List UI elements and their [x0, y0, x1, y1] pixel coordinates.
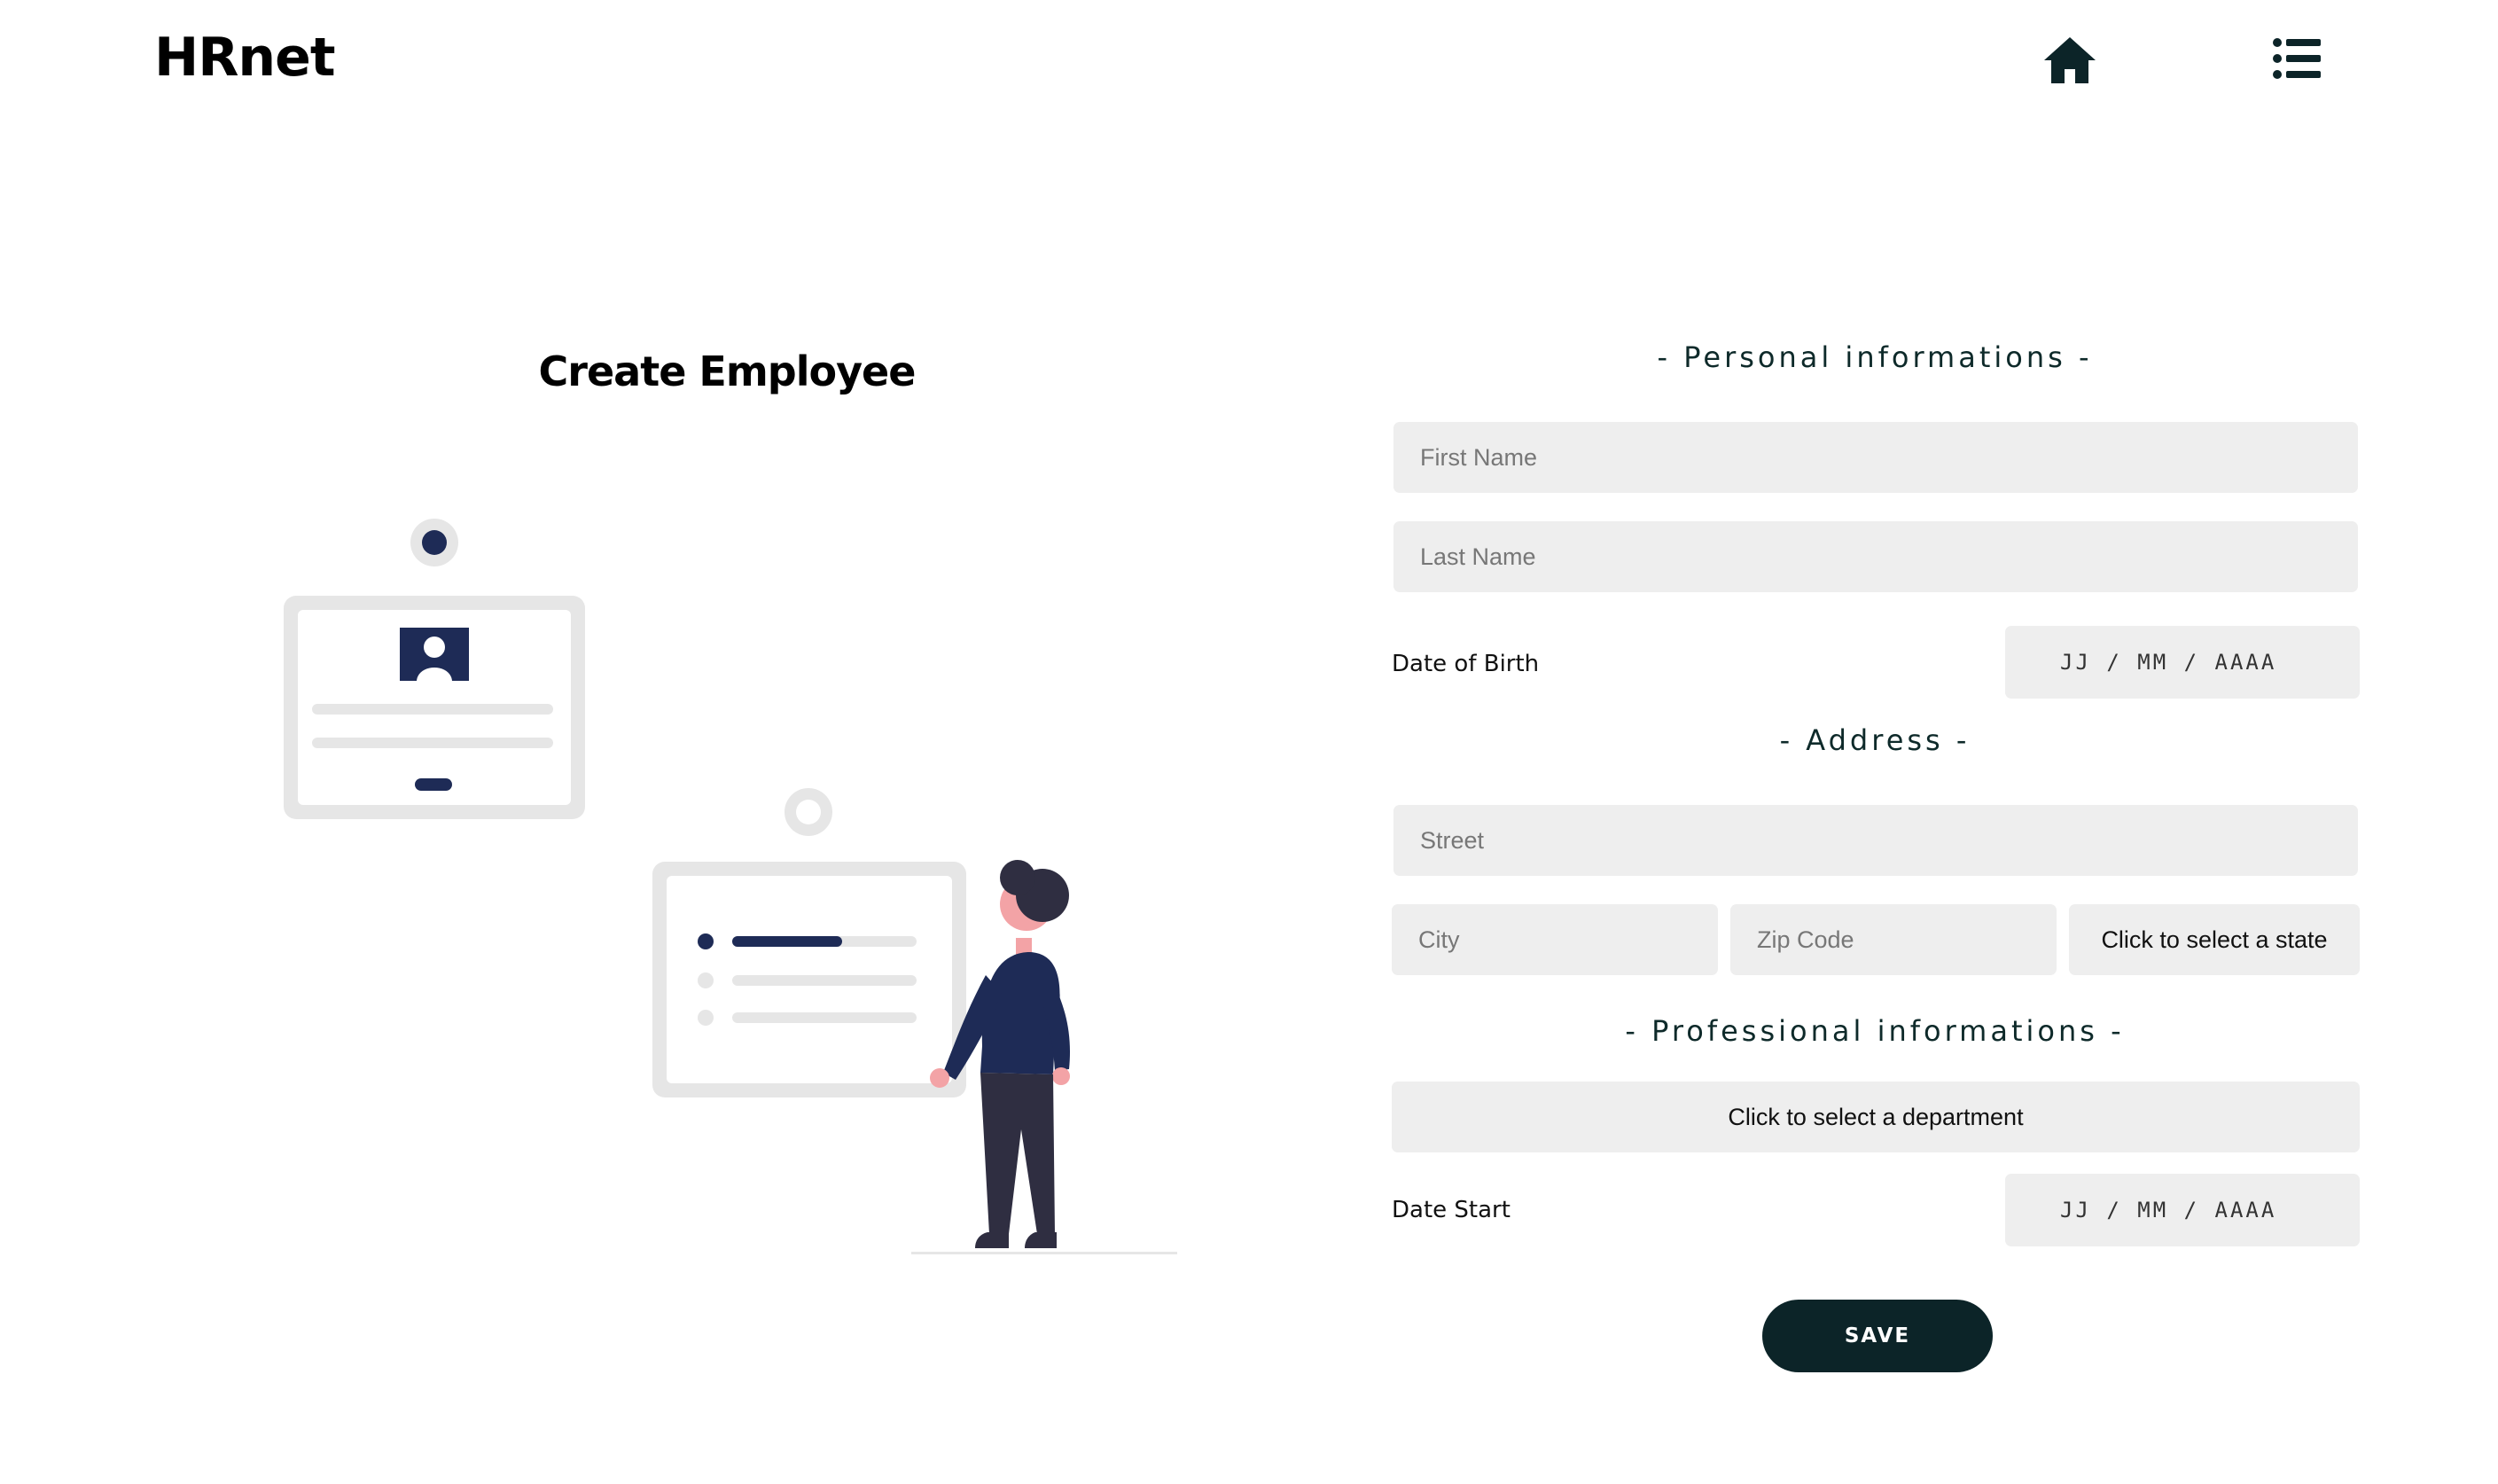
street-input[interactable] [1393, 805, 2358, 876]
address-title: - Address - [1779, 723, 1971, 757]
date-of-birth-input[interactable]: JJ / MM / AAAA [2005, 626, 2360, 699]
list-icon[interactable] [2273, 37, 2321, 80]
state-select[interactable]: Click to select a state [2069, 904, 2360, 975]
city-input[interactable] [1392, 904, 1718, 975]
personal-informations-title: - Personal informations - [1657, 340, 2093, 374]
last-name-input[interactable] [1393, 521, 2358, 592]
zip-code-input[interactable] [1730, 904, 2057, 975]
first-name-input[interactable] [1393, 422, 2358, 493]
date-start-label: Date Start [1392, 1197, 1511, 1223]
home-icon[interactable] [2042, 35, 2097, 85]
date-start-input[interactable]: JJ / MM / AAAA [2005, 1174, 2360, 1246]
save-button[interactable]: SAVE [1762, 1300, 1993, 1372]
department-select[interactable]: Click to select a department [1392, 1082, 2360, 1152]
app-logo[interactable]: HRnet [154, 27, 336, 89]
page-title: Create Employee [538, 348, 917, 395]
date-of-birth-label: Date of Birth [1392, 651, 1540, 677]
employee-illustration [266, 496, 1188, 1268]
professional-informations-title: - Professional informations - [1625, 1014, 2125, 1048]
